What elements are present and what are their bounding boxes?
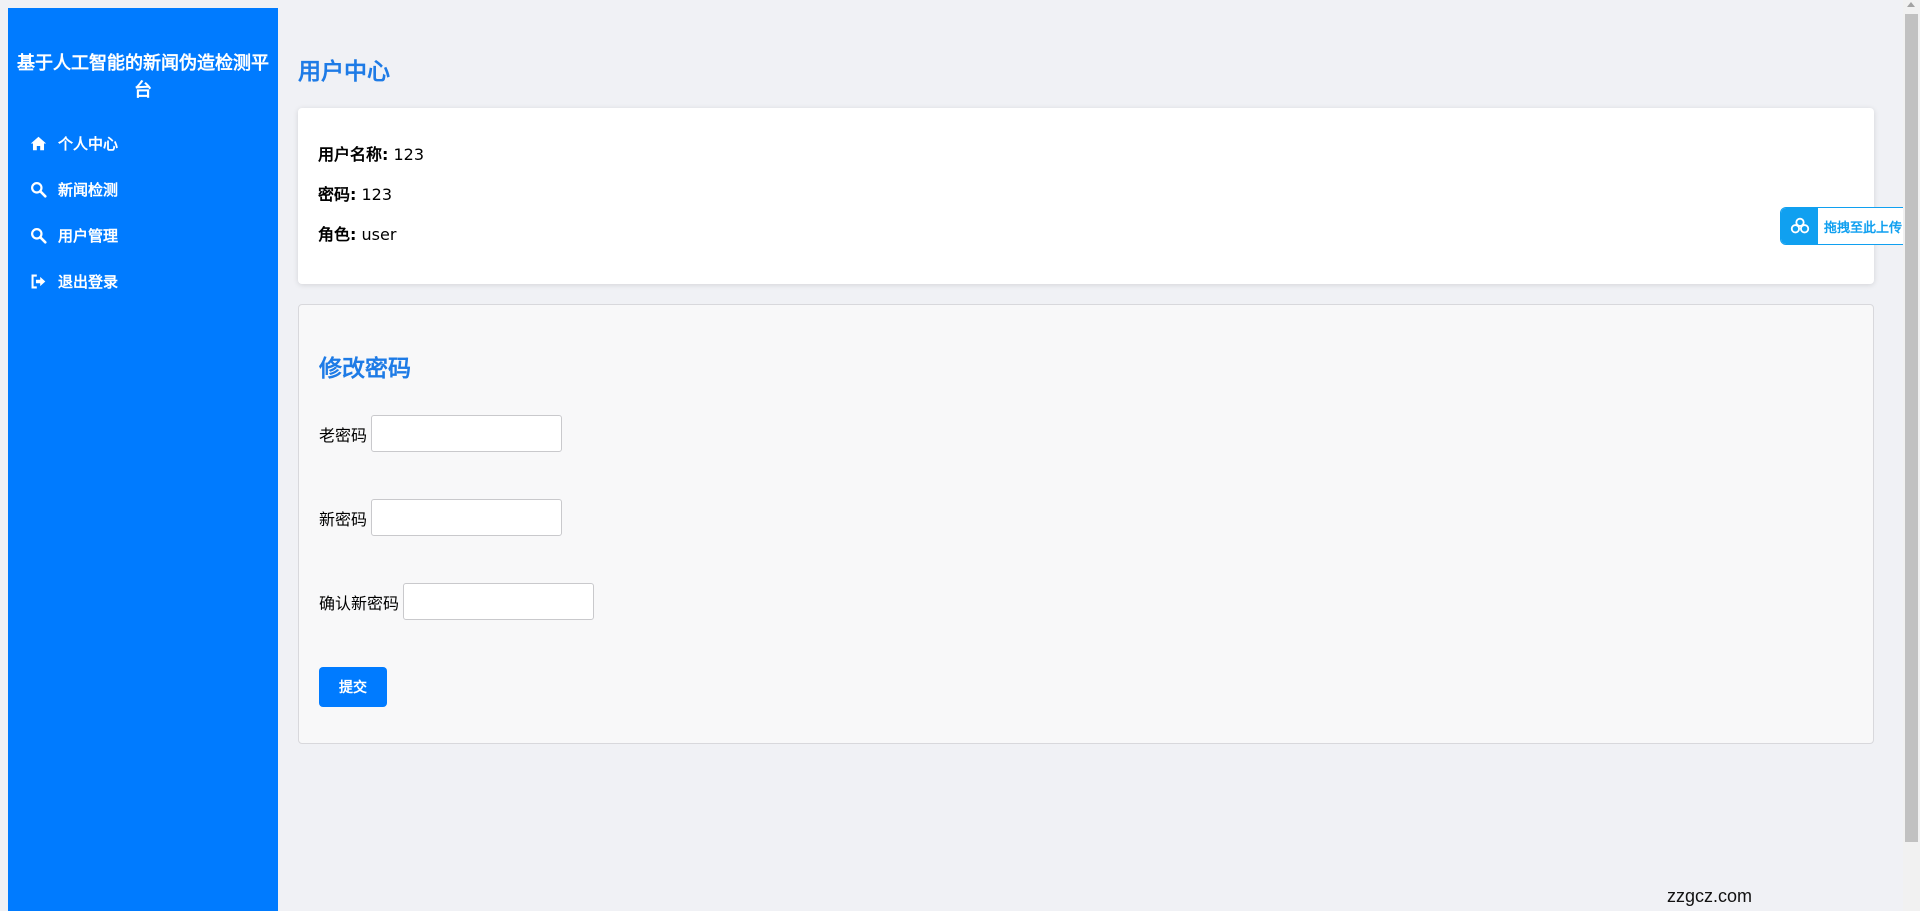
username-label: 用户名称:: [318, 145, 389, 164]
sidebar-item-profile[interactable]: 个人中心: [8, 120, 278, 166]
sidebar-item-logout[interactable]: 退出登录: [8, 258, 278, 304]
profile-card: 用户名称: 123 密码: 123 角色: user: [298, 108, 1874, 284]
app-title: 基于人工智能的新闻伪造检测平台: [17, 53, 269, 101]
page-title: 用户中心: [298, 59, 390, 85]
home-icon: [28, 133, 48, 153]
password-row: 密码: 123: [318, 184, 1854, 224]
password-value: 123: [361, 185, 393, 204]
sidebar-nav: 个人中心 新闻检测 用户管理 退出登录: [8, 120, 278, 304]
sidebar-item-label: 退出登录: [58, 272, 119, 291]
sign-out-icon: [28, 271, 48, 291]
scroll-up-arrow-icon[interactable]: [1907, 2, 1915, 7]
upload-widget[interactable]: 拖拽至此上传: [1780, 207, 1910, 245]
sidebar-item-label: 用户管理: [58, 226, 119, 245]
old-password-field: 老密码: [319, 415, 1853, 452]
new-password-label: 新密码: [319, 509, 368, 529]
search-icon: [28, 225, 48, 245]
sidebar-item-user-management[interactable]: 用户管理: [8, 212, 278, 258]
upload-label: 拖拽至此上传: [1824, 220, 1903, 236]
new-password-field: 新密码: [319, 499, 1853, 536]
username-row: 用户名称: 123: [318, 144, 1854, 184]
scrollbar-thumb[interactable]: [1905, 14, 1918, 842]
confirm-password-input[interactable]: [403, 583, 595, 620]
search-icon: [28, 179, 48, 199]
change-password-title: 修改密码: [319, 356, 411, 382]
confirm-password-field: 确认新密码: [319, 583, 1853, 620]
sidebar-item-label: 个人中心: [58, 134, 119, 153]
change-password-card: 修改密码 老密码 新密码 确认新密码 提交: [298, 304, 1874, 744]
new-password-input[interactable]: [371, 499, 563, 536]
old-password-input[interactable]: [371, 415, 563, 452]
sidebar-item-news-detection[interactable]: 新闻检测: [8, 166, 278, 212]
submit-button[interactable]: 提交: [319, 667, 387, 707]
old-password-label: 老密码: [319, 425, 368, 445]
cloud-upload-icon: [1781, 208, 1818, 244]
username-value: 123: [393, 145, 425, 164]
sidebar-item-label: 新闻检测: [58, 180, 119, 199]
confirm-password-label: 确认新密码: [319, 593, 400, 613]
role-value: user: [361, 225, 397, 244]
role-label: 角色:: [318, 225, 357, 244]
password-label: 密码:: [318, 185, 357, 204]
vertical-scrollbar[interactable]: [1903, 0, 1920, 911]
main-content: 用户中心 用户名称: 123 密码: 123 角色: user 修改密码 老密码…: [298, 8, 1874, 744]
sidebar: 基于人工智能的新闻伪造检测平台 个人中心 新闻检测 用户管理 退出登录: [8, 8, 278, 911]
role-row: 角色: user: [318, 224, 1854, 264]
watermark: zzgcz.com: [1667, 886, 1753, 906]
